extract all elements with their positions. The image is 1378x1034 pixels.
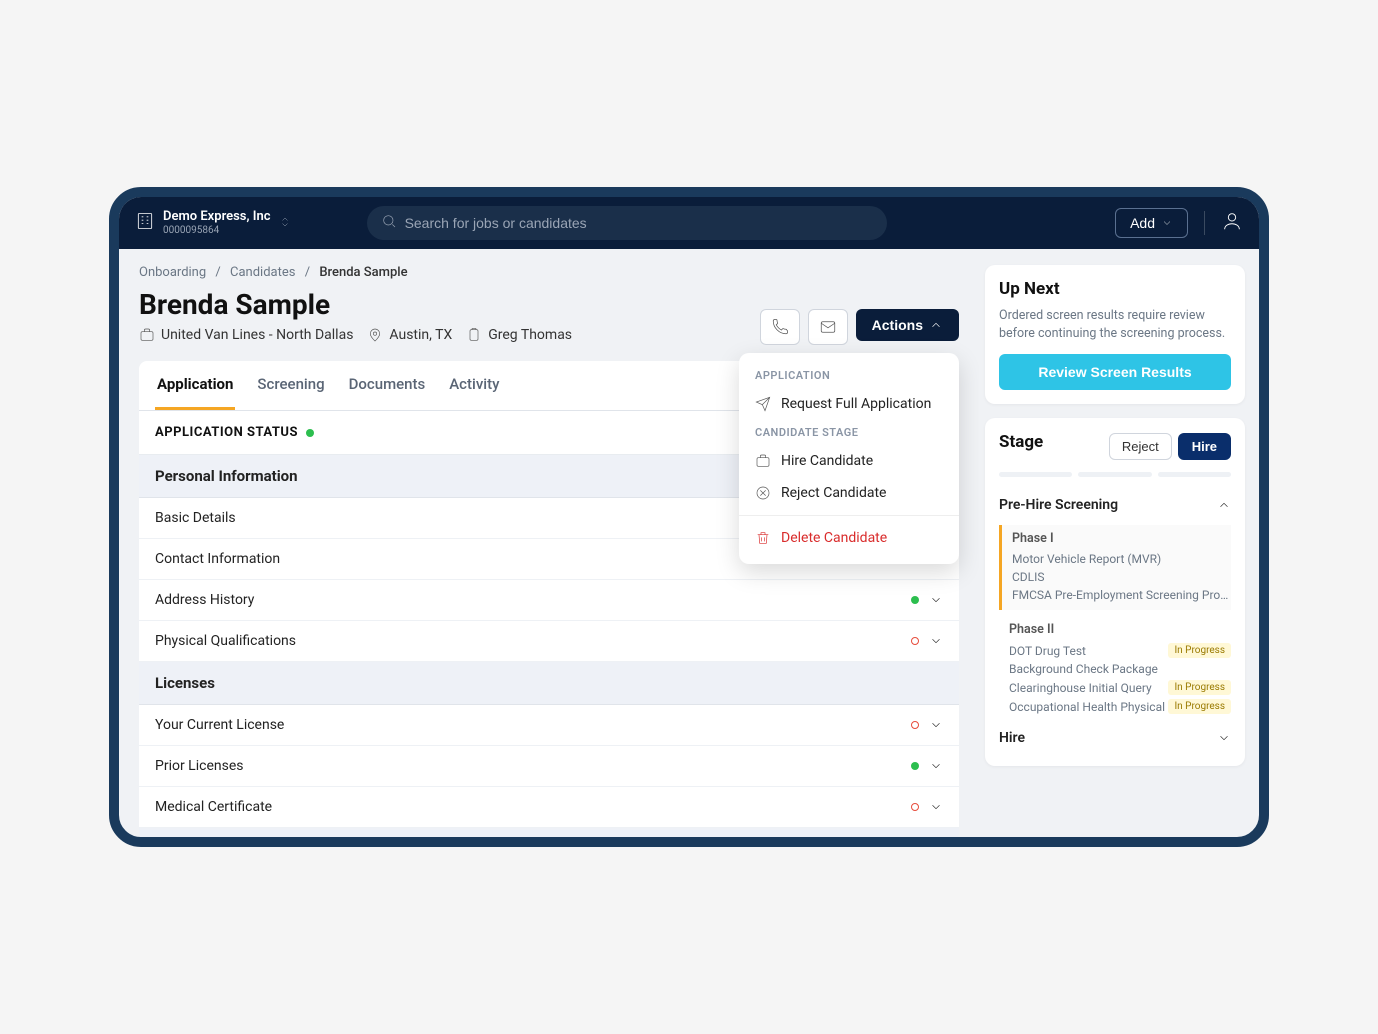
section-header: Licenses: [139, 662, 959, 705]
search-icon: [381, 213, 397, 233]
mail-icon: [819, 318, 837, 336]
chevron-down-icon: [1161, 217, 1173, 229]
status-dot-green: [911, 762, 919, 770]
search-input[interactable]: [405, 215, 873, 231]
upnext-title: Up Next: [999, 279, 1231, 299]
clipboard-icon: [466, 327, 482, 343]
chevron-down-icon: [929, 800, 943, 814]
status-badge: In Progress: [1168, 680, 1231, 695]
status-dot-red: [911, 803, 919, 811]
review-screen-results-button[interactable]: Review Screen Results: [999, 354, 1231, 390]
up-down-icon: [279, 213, 291, 232]
chevron-down-icon: [1217, 731, 1231, 745]
status-badge: In Progress: [1168, 643, 1231, 658]
user-icon[interactable]: [1221, 210, 1243, 236]
dropdown-header: CANDIDATE STAGE: [739, 420, 959, 445]
tab-application[interactable]: Application: [155, 361, 235, 410]
reject-button[interactable]: Reject: [1109, 433, 1172, 460]
tab-screening[interactable]: Screening: [255, 361, 326, 410]
main-panel: Onboarding / Candidates / Brenda Sample …: [119, 249, 979, 837]
org-name: Demo Express, Inc: [163, 210, 271, 224]
stage-card: Stage Reject Hire Pre-Hire Screening Pha…: [985, 418, 1245, 766]
status-dot-green: [911, 596, 919, 604]
location-icon: [367, 327, 383, 343]
status-dot-green: [306, 429, 314, 437]
sidebar: Up Next Ordered screen results require r…: [979, 249, 1259, 837]
tab-documents[interactable]: Documents: [347, 361, 428, 410]
hire-button[interactable]: Hire: [1178, 433, 1231, 460]
email-button[interactable]: [808, 309, 848, 345]
phone-button[interactable]: [760, 309, 800, 345]
org-switcher[interactable]: Demo Express, Inc 0000095864: [135, 210, 291, 235]
status-dot-red: [911, 637, 919, 645]
row-current-license[interactable]: Your Current License: [139, 705, 959, 746]
briefcase-icon: [139, 327, 155, 343]
meta-company: United Van Lines - North Dallas: [139, 327, 353, 343]
stage-section-prehire[interactable]: Pre-Hire Screening: [999, 491, 1231, 519]
row-address-history[interactable]: Address History: [139, 580, 959, 621]
upnext-card: Up Next Ordered screen results require r…: [985, 265, 1245, 404]
dropdown-item-reject[interactable]: Reject Candidate: [739, 477, 959, 509]
chevron-down-icon: [929, 634, 943, 648]
status-badge: In Progress: [1168, 699, 1231, 714]
building-icon: [135, 211, 155, 235]
send-icon: [755, 396, 771, 412]
meta-recruiter: Greg Thomas: [466, 327, 572, 343]
phase-2: Phase II DOT Drug TestIn Progress Backgr…: [999, 616, 1231, 716]
chevron-up-icon: [929, 318, 943, 332]
divider: [1204, 211, 1205, 235]
dropdown-item-delete[interactable]: Delete Candidate: [739, 522, 959, 554]
breadcrumb-link[interactable]: Candidates: [230, 265, 295, 280]
trash-icon: [755, 530, 771, 546]
divider: [739, 515, 959, 516]
stage-section-hire[interactable]: Hire: [999, 724, 1231, 752]
app-frame: Demo Express, Inc 0000095864 Add: [109, 187, 1269, 847]
chevron-down-icon: [929, 593, 943, 607]
breadcrumb-link[interactable]: Onboarding: [139, 265, 206, 280]
chevron-down-icon: [929, 759, 943, 773]
stage-progress: [999, 472, 1231, 477]
topbar: Demo Express, Inc 0000095864 Add: [119, 197, 1259, 249]
add-button[interactable]: Add: [1115, 208, 1188, 238]
stage-title: Stage: [999, 432, 1043, 452]
chevron-up-icon: [1217, 498, 1231, 512]
row-physical-qual[interactable]: Physical Qualifications: [139, 621, 959, 662]
briefcase-icon: [755, 453, 771, 469]
breadcrumb-current: Brenda Sample: [319, 265, 407, 280]
tab-activity[interactable]: Activity: [447, 361, 501, 410]
actions-dropdown: APPLICATION Request Full Application CAN…: [739, 353, 959, 564]
dropdown-item-hire[interactable]: Hire Candidate: [739, 445, 959, 477]
status-dot-red: [911, 721, 919, 729]
row-prior-licenses[interactable]: Prior Licenses: [139, 746, 959, 787]
upnext-desc: Ordered screen results require review be…: [999, 307, 1231, 342]
cancel-icon: [755, 485, 771, 501]
org-id: 0000095864: [163, 225, 271, 236]
actions-button[interactable]: Actions: [856, 309, 959, 341]
section-header: Driving Record: [139, 828, 959, 837]
dropdown-item-request-full[interactable]: Request Full Application: [739, 388, 959, 420]
search-bar[interactable]: [367, 206, 887, 240]
breadcrumb: Onboarding / Candidates / Brenda Sample: [139, 265, 959, 280]
phone-icon: [771, 318, 789, 336]
meta-location: Austin, TX: [367, 327, 452, 343]
dropdown-header: APPLICATION: [739, 363, 959, 388]
chevron-down-icon: [929, 718, 943, 732]
row-medical-cert[interactable]: Medical Certificate: [139, 787, 959, 828]
phase-1: Phase I Motor Vehicle Report (MVR) CDLIS…: [999, 525, 1231, 610]
